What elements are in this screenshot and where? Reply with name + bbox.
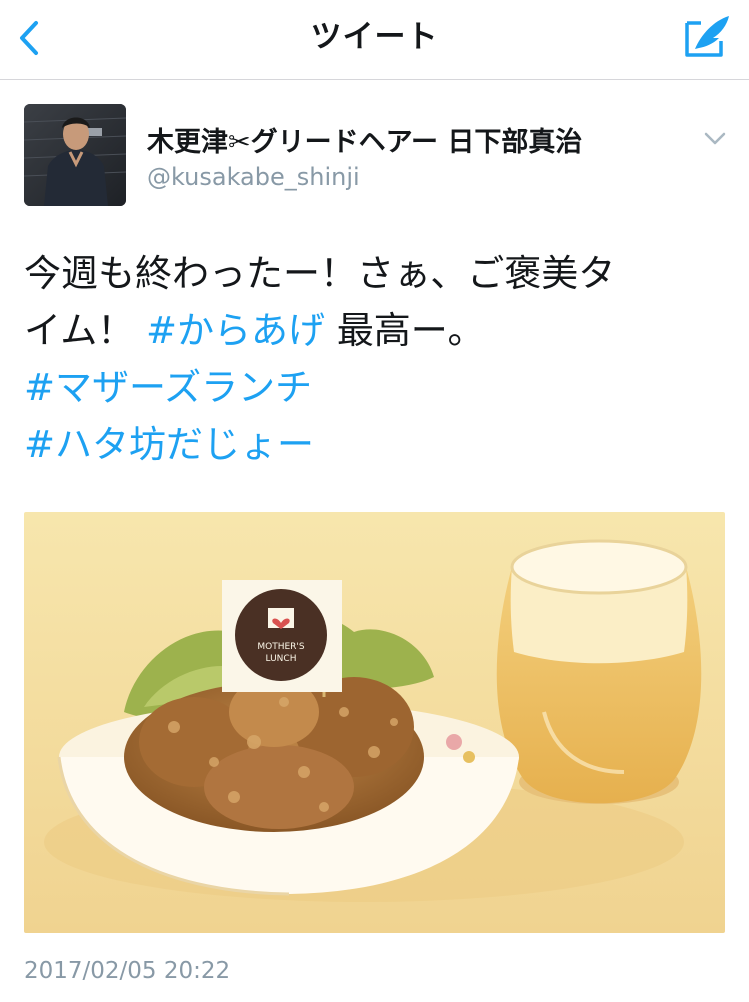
mothers-lunch-flag: MOTHER'S LUNCH xyxy=(222,580,342,697)
tweet-text-segment: イム！ xyxy=(24,309,135,352)
tweet-text-line: 今週も終わったー！さぁ、ご褒美タ xyxy=(24,245,724,302)
tweet-header: 木更津✂グリードヘアー 日下部真治 @kusakabe_shinji xyxy=(0,80,749,220)
page-title: ツイート xyxy=(310,19,439,55)
tweet-options-button[interactable] xyxy=(700,126,730,150)
compose-tweet-icon xyxy=(685,16,729,57)
author-display-name[interactable]: 木更津✂グリードヘアー 日下部真治 xyxy=(147,120,582,159)
tweet-text-segment: 最高ー。 xyxy=(336,309,485,352)
flag-text-line1: MOTHER'S xyxy=(257,642,305,652)
beer-glass xyxy=(496,539,702,804)
tweet-text: 今週も終わったー！さぁ、ご褒美タ イム！ #からあげ 最高ー。 #マザーズランチ… xyxy=(24,245,724,473)
hashtag-link[interactable]: #からあげ xyxy=(146,309,325,352)
navigation-bar: ツイート xyxy=(0,0,749,80)
tweet-text-line: イム！ #からあげ 最高ー。 xyxy=(24,302,724,359)
tweet-timestamp: 2017/02/05 20:22 xyxy=(24,958,231,984)
tweet-text-line: #マザーズランチ xyxy=(24,359,724,416)
compose-tweet-button[interactable] xyxy=(683,13,733,59)
author-handle[interactable]: @kusakabe_shinji xyxy=(147,163,360,191)
tweet-photo[interactable]: MOTHER'S LUNCH xyxy=(24,512,725,933)
tweet-text-segment: 今週も終わったー！さぁ、ご褒美タ xyxy=(24,252,616,295)
flag-text-line2: LUNCH xyxy=(266,654,297,664)
chevron-down-icon xyxy=(704,132,726,145)
hashtag-link[interactable]: #ハタ坊だじょー xyxy=(24,423,314,466)
avatar[interactable] xyxy=(24,104,126,206)
hashtag-link[interactable]: #マザーズランチ xyxy=(24,366,312,409)
tweet-text-line: #ハタ坊だじょー xyxy=(24,416,724,473)
